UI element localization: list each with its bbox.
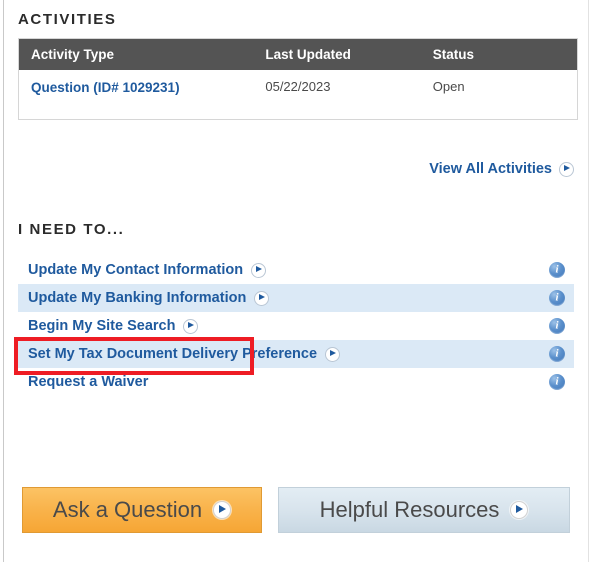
list-item-label[interactable]: Begin My Site Search [28, 318, 175, 334]
list-item-content: Set My Tax Document Delivery Preference [18, 346, 341, 362]
column-header-activity-type: Activity Type [19, 39, 254, 70]
view-all-activities-link[interactable]: View All Activities [429, 161, 574, 177]
column-header-status: Status [420, 39, 577, 70]
list-item-update-contact-information[interactable]: Update My Contact Information i [18, 256, 574, 284]
list-item-label[interactable]: Update My Banking Information [28, 290, 246, 306]
list-item-label[interactable]: Set My Tax Document Delivery Preference [28, 346, 317, 362]
ask-a-question-label: Ask a Question [52, 497, 203, 522]
arrow-right-circle-icon [251, 262, 267, 278]
activities-table: Activity Type Last Updated Status Questi… [18, 38, 578, 120]
list-item-label[interactable]: Update My Contact Information [28, 262, 243, 278]
table-row: Question (ID# 1029231) 05/22/2023 Open [19, 70, 577, 119]
helpful-resources-label: Helpful Resources [319, 497, 500, 522]
page-title-activities: ACTIVITIES [18, 11, 117, 28]
cell-activity-type: Question (ID# 1029231) [19, 70, 254, 119]
activity-question-link[interactable]: Question (ID# 1029231) [31, 79, 180, 97]
info-icon[interactable]: i [549, 318, 565, 334]
ask-a-question-button[interactable]: Ask a Question [22, 487, 262, 533]
info-icon[interactable]: i [549, 290, 565, 306]
list-item-label[interactable]: Request a Waiver [28, 374, 148, 390]
list-item-begin-my-site-search[interactable]: Begin My Site Search i [18, 312, 574, 340]
list-item-update-banking-information[interactable]: Update My Banking Information i [18, 284, 574, 312]
page-content: ACTIVITIES Activity Type Last Updated St… [4, 0, 588, 562]
view-all-activities-label[interactable]: View All Activities [429, 161, 552, 177]
arrow-right-circle-icon [183, 318, 199, 334]
list-item-set-tax-document-delivery-preference[interactable]: Set My Tax Document Delivery Preference … [18, 340, 574, 368]
list-item-content: Update My Contact Information [18, 262, 267, 278]
arrow-right-circle-icon [254, 290, 270, 306]
cell-status: Open [420, 70, 577, 119]
list-item-content: Begin My Site Search [18, 318, 199, 334]
list-item-content: Request a Waiver [18, 374, 148, 390]
page-title-i-need-to: I NEED TO... [18, 221, 125, 238]
info-icon[interactable]: i [549, 262, 565, 278]
arrow-right-circle-icon [213, 501, 232, 519]
column-header-last-updated: Last Updated [253, 39, 421, 70]
cell-last-updated: 05/22/2023 [253, 70, 421, 119]
list-item-request-a-waiver[interactable]: Request a Waiver i [18, 368, 574, 396]
arrow-right-circle-icon [559, 161, 574, 177]
arrow-right-circle-icon [325, 346, 341, 362]
cta-button-bar: Ask a Question Helpful Resources [22, 487, 570, 533]
info-icon[interactable]: i [549, 374, 565, 390]
info-icon[interactable]: i [549, 346, 565, 362]
helpful-resources-button[interactable]: Helpful Resources [278, 487, 570, 533]
page-root: ACTIVITIES Activity Type Last Updated St… [0, 0, 592, 562]
i-need-to-list: Update My Contact Information i Update M… [18, 256, 574, 396]
table-header-row: Activity Type Last Updated Status [19, 39, 577, 70]
arrow-right-circle-icon [510, 501, 529, 519]
list-item-content: Update My Banking Information [18, 290, 270, 306]
